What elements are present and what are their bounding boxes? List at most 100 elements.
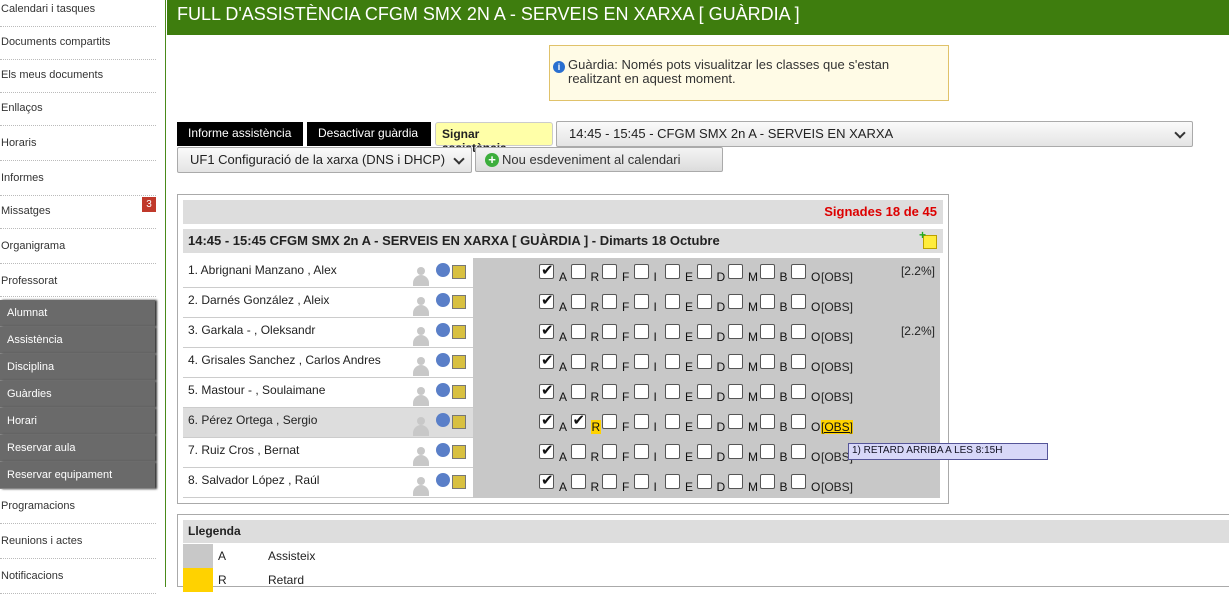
user-info-icon[interactable]: [436, 353, 450, 367]
attendance-checkbox-i[interactable]: [633, 474, 649, 489]
attendance-checkbox-d[interactable]: [696, 384, 712, 399]
edit-note-icon[interactable]: [452, 265, 466, 279]
attendance-checkbox-m[interactable]: [728, 294, 743, 309]
edit-note-icon[interactable]: [452, 475, 466, 489]
attendance-checkbox-f[interactable]: [602, 324, 617, 339]
attendance-checkbox-e[interactable]: [665, 414, 680, 429]
attendance-checkbox-m[interactable]: [728, 474, 743, 489]
attendance-checkbox-f[interactable]: [602, 474, 617, 489]
attendance-checkbox-f[interactable]: [602, 384, 617, 399]
sign-attendance-button[interactable]: Signar assistència: [435, 122, 553, 155]
attendance-checkbox-a[interactable]: [539, 381, 554, 399]
attendance-checkbox-e[interactable]: [665, 384, 680, 399]
attendance-checkbox-r[interactable]: [570, 474, 586, 489]
attendance-checkbox-f[interactable]: [602, 264, 617, 279]
edit-note-icon[interactable]: [452, 385, 466, 399]
sidebar-link-documents-compartits[interactable]: Documents compartits: [0, 36, 156, 60]
sidebar-link-programacions[interactable]: Programacions: [0, 500, 156, 524]
attendance-checkbox-m[interactable]: [728, 414, 743, 429]
sidebar-link-informes[interactable]: Informes: [0, 172, 156, 196]
attendance-checkbox-i[interactable]: [633, 324, 649, 339]
observations-link[interactable]: [OBS]: [821, 270, 853, 284]
attendance-checkbox-a[interactable]: [539, 321, 554, 339]
attendance-checkbox-d[interactable]: [696, 414, 712, 429]
attendance-checkbox-m[interactable]: [728, 264, 743, 279]
unit-select[interactable]: UF1 Configuració de la xarxa (DNS i DHCP…: [177, 147, 472, 173]
attendance-checkbox-e[interactable]: [665, 474, 680, 489]
new-event-button[interactable]: + Nou esdeveniment al calendari: [475, 147, 723, 172]
user-info-icon[interactable]: [436, 383, 450, 397]
attendance-checkbox-a[interactable]: [539, 351, 554, 369]
edit-note-icon[interactable]: [452, 355, 466, 369]
attendance-checkbox-e[interactable]: [665, 444, 680, 459]
observations-link[interactable]: [OBS]: [821, 330, 853, 344]
attendance-checkbox-m[interactable]: [728, 384, 743, 399]
class-select[interactable]: 14:45 - 15:45 - CFGM SMX 2n A - SERVEIS …: [556, 121, 1193, 147]
attendance-checkbox-b[interactable]: [759, 264, 775, 279]
attendance-checkbox-i[interactable]: [633, 354, 649, 369]
sidebar-link-calendari-i-tasques[interactable]: Calendari i tasques: [0, 3, 156, 27]
attendance-checkbox-a[interactable]: [539, 471, 554, 489]
sidebar-link-els-meus-documents[interactable]: Els meus documents: [0, 69, 156, 93]
attendance-checkbox-i[interactable]: [633, 414, 649, 429]
attendance-checkbox-r[interactable]: [570, 411, 586, 429]
sidebar-subitem-assist-ncia[interactable]: Assistència: [0, 327, 155, 354]
observations-link[interactable]: [OBS]: [821, 360, 853, 374]
edit-note-icon[interactable]: [452, 325, 466, 339]
sidebar-subitem-disciplina[interactable]: Disciplina: [0, 354, 155, 381]
user-info-icon[interactable]: [436, 263, 450, 277]
attendance-checkbox-f[interactable]: [602, 354, 617, 369]
attendance-checkbox-b[interactable]: [759, 354, 775, 369]
attendance-checkbox-r[interactable]: [570, 324, 586, 339]
attendance-checkbox-b[interactable]: [759, 324, 775, 339]
observations-link[interactable]: [OBS]: [821, 300, 853, 314]
sidebar-link-enlla-os[interactable]: Enllaços: [0, 102, 156, 126]
attendance-checkbox-e[interactable]: [665, 324, 680, 339]
attendance-checkbox-b[interactable]: [759, 414, 775, 429]
attendance-checkbox-i[interactable]: [633, 384, 649, 399]
attendance-checkbox-b[interactable]: [759, 294, 775, 309]
attendance-checkbox-d[interactable]: [696, 294, 712, 309]
edit-note-icon[interactable]: [452, 445, 466, 459]
attendance-checkbox-o[interactable]: [791, 414, 806, 429]
observations-link[interactable]: [OBS]: [821, 390, 853, 404]
attendance-checkbox-r[interactable]: [570, 384, 586, 399]
attendance-checkbox-b[interactable]: [759, 474, 775, 489]
attendance-checkbox-a[interactable]: [539, 261, 554, 279]
edit-note-icon[interactable]: [452, 415, 466, 429]
attendance-checkbox-r[interactable]: [570, 294, 586, 309]
attendance-checkbox-o[interactable]: [791, 324, 806, 339]
user-info-icon[interactable]: [436, 443, 450, 457]
attendance-checkbox-r[interactable]: [570, 354, 586, 369]
edit-note-icon[interactable]: [452, 295, 466, 309]
attendance-checkbox-d[interactable]: [696, 444, 712, 459]
attendance-checkbox-d[interactable]: [696, 264, 712, 279]
attendance-checkbox-o[interactable]: [791, 444, 806, 459]
sidebar-subitem-horari[interactable]: Horari: [0, 408, 155, 435]
attendance-checkbox-o[interactable]: [791, 354, 806, 369]
sidebar-link-reunions-i-actes[interactable]: Reunions i actes: [0, 535, 156, 559]
sidebar-link-missatges[interactable]: Missatges: [0, 205, 156, 229]
attendance-checkbox-i[interactable]: [633, 294, 649, 309]
user-info-icon[interactable]: [436, 293, 450, 307]
attendance-checkbox-o[interactable]: [791, 474, 806, 489]
attendance-checkbox-i[interactable]: [633, 264, 649, 279]
sidebar-subitem-reservar-aula[interactable]: Reservar aula: [0, 435, 155, 462]
attendance-checkbox-b[interactable]: [759, 444, 775, 459]
attendance-checkbox-f[interactable]: [602, 444, 617, 459]
attendance-checkbox-r[interactable]: [570, 444, 586, 459]
attendance-checkbox-e[interactable]: [665, 294, 680, 309]
attendance-checkbox-m[interactable]: [728, 324, 743, 339]
add-note-icon[interactable]: [919, 228, 937, 249]
attendance-checkbox-d[interactable]: [696, 354, 712, 369]
disable-guard-button[interactable]: Desactivar guàrdia: [307, 122, 431, 146]
attendance-checkbox-i[interactable]: [633, 444, 649, 459]
attendance-checkbox-m[interactable]: [728, 354, 743, 369]
attendance-checkbox-f[interactable]: [602, 294, 617, 309]
sidebar-subitem-alumnat[interactable]: Alumnat: [0, 300, 155, 327]
sidebar-subitem-reservar-equipament[interactable]: Reservar equipament: [0, 462, 155, 489]
attendance-checkbox-o[interactable]: [791, 294, 806, 309]
attendance-checkbox-a[interactable]: [539, 411, 554, 429]
user-info-icon[interactable]: [436, 473, 450, 487]
attendance-checkbox-d[interactable]: [696, 474, 712, 489]
